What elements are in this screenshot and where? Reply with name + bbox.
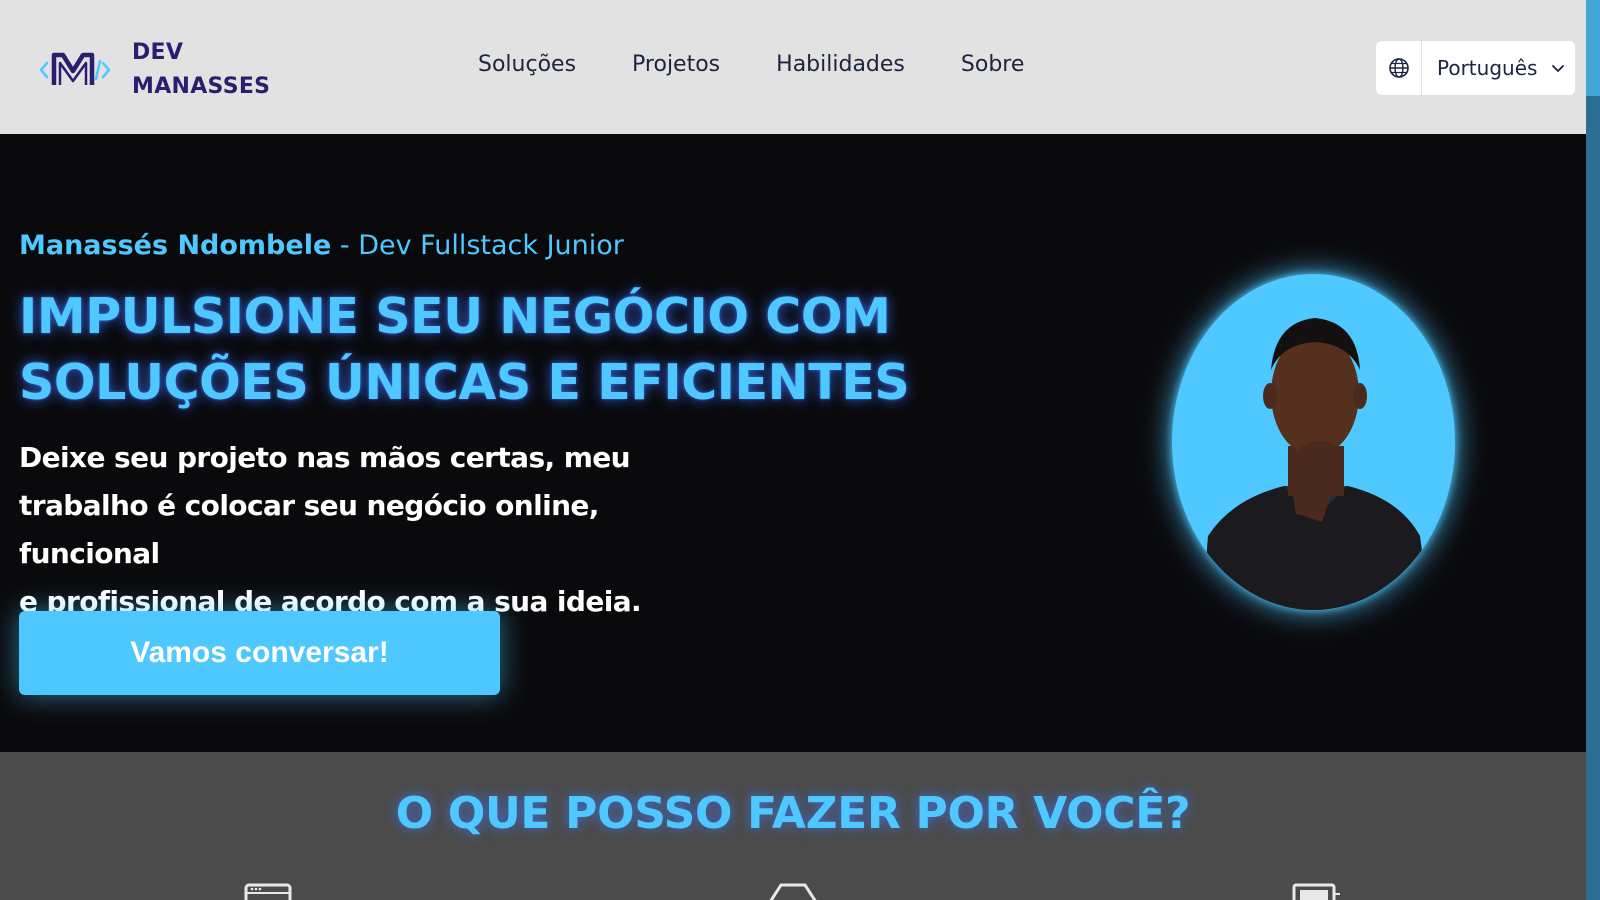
chevron-down-icon [1552, 65, 1565, 73]
site-logo[interactable]: DEV MANASSES [38, 36, 270, 104]
hero-description: Deixe seu projeto nas mãos certas, meu t… [19, 434, 699, 626]
nav-item-solucoes[interactable]: Soluções [478, 52, 576, 77]
hero-kicker: Manassés Ndombele - Dev Fullstack Junior [19, 230, 624, 261]
language-selector[interactable]: Português [1376, 41, 1575, 95]
language-select[interactable]: Português [1422, 41, 1575, 95]
nav-item-sobre[interactable]: Sobre [961, 52, 1025, 77]
hero-name: Manassés Ndombele [19, 230, 332, 261]
hero-desc-line1: Deixe seu projeto nas mãos certas, meu [19, 441, 631, 474]
hero-title: IMPULSIONE SEU NEGÓCIO COM SOLUÇÕES ÚNIC… [19, 284, 910, 416]
scrollbar-thumb[interactable] [1586, 0, 1600, 96]
nav-item-habilidades[interactable]: Habilidades [776, 52, 905, 77]
site-header: DEV MANASSES Soluções Projetos Habilidad… [0, 0, 1586, 134]
logo-mark-icon [39, 52, 111, 85]
logo-text: DEV MANASSES [132, 36, 270, 104]
language-selected-value: Português [1437, 56, 1538, 80]
nav-item-projetos[interactable]: Projetos [632, 52, 720, 77]
monitor-icon [1292, 883, 1340, 900]
hero-title-line2: SOLUÇÕES ÚNICAS E EFICIENTES [19, 354, 910, 411]
hero-section: Manassés Ndombele - Dev Fullstack Junior… [0, 134, 1586, 752]
main-nav: Soluções Projetos Habilidades Sobre [478, 52, 1024, 77]
profile-photo [1172, 274, 1455, 610]
services-title: O QUE POSSO FAZER POR VOCÊ? [395, 788, 1191, 839]
browser-window-icon [244, 883, 292, 900]
logo-text-line1: DEV [132, 40, 184, 65]
hero-desc-line2: trabalho é colocar seu negócio online, f… [19, 489, 599, 570]
hexagon-icon [769, 883, 817, 900]
globe-icon [1376, 41, 1422, 95]
hero-title-line1: IMPULSIONE SEU NEGÓCIO COM [19, 288, 891, 345]
hero-separator: - [331, 230, 359, 261]
scrollbar[interactable] [1586, 0, 1600, 900]
services-section: O QUE POSSO FAZER POR VOCÊ? [0, 752, 1586, 900]
hero-role: Dev Fullstack Junior [358, 230, 624, 261]
profile-person-illustration [1202, 318, 1430, 610]
logo-text-line2: MANASSES [132, 74, 271, 99]
contact-cta-button[interactable]: Vamos conversar! [19, 611, 500, 695]
